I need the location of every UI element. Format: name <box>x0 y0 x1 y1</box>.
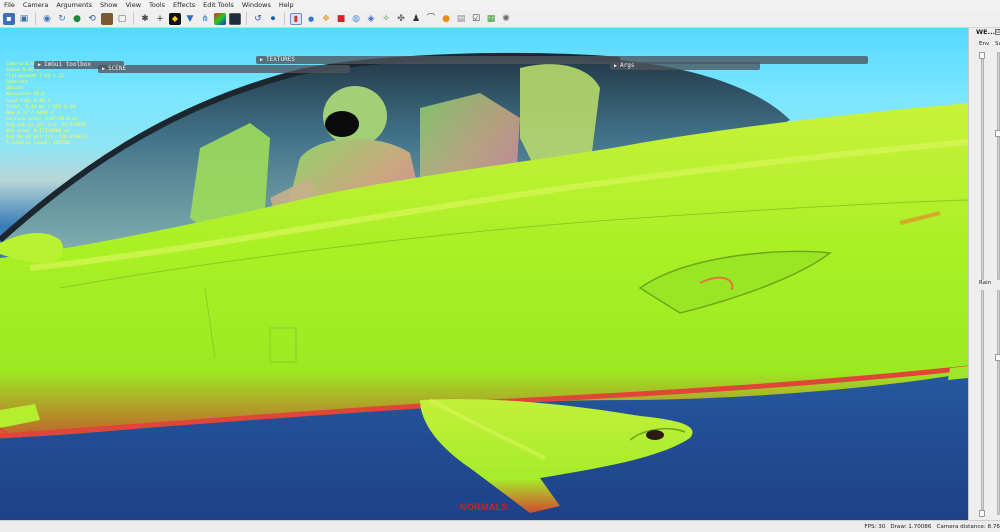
blue-orb-icon[interactable]: ◈ <box>365 13 377 25</box>
menu-file[interactable]: File <box>4 0 15 10</box>
bug-icon[interactable]: ✱ <box>139 13 151 25</box>
green-sphere-icon[interactable]: ● <box>71 13 83 25</box>
chart-icon[interactable]: ▮ <box>290 12 302 25</box>
stat-line: Total: 0.44 ms / GPU 0.30 <box>6 104 76 110</box>
stat-line: Triangles count: 445758 <box>6 141 70 147</box>
menu-edit-tools[interactable]: Edit Tools <box>203 0 234 10</box>
toolbar-separator <box>35 12 36 25</box>
toolbar-separator <box>284 12 285 25</box>
secondary-slider-thumb[interactable] <box>995 354 1000 361</box>
transparent-box-icon[interactable]: ▤ <box>455 13 467 25</box>
menu-help[interactable]: Help <box>279 0 294 10</box>
fan-icon[interactable]: ✤ <box>395 13 407 25</box>
red-box-icon[interactable]: ■ <box>335 13 347 25</box>
cube-outline-icon[interactable]: ▢ <box>116 13 128 25</box>
camera-distance-readout: Camera distance: 8.76 <box>936 523 1000 530</box>
lighting-icon[interactable]: ◆ <box>169 12 181 25</box>
reset-camera-icon[interactable]: ⟲ <box>86 13 98 25</box>
network-icon[interactable]: ⋔ <box>199 13 211 25</box>
aircraft-render <box>0 53 968 513</box>
sphere-icon[interactable]: ◍ <box>350 13 362 25</box>
render-mode-label: NORMALS <box>460 502 508 512</box>
toolbar-separator <box>133 12 134 25</box>
record-icon[interactable]: ⏺ <box>267 13 279 25</box>
expand-arrow-icon[interactable]: ▶ <box>102 66 105 72</box>
fps-readout: FPS: 30 <box>864 523 886 530</box>
person-icon[interactable]: ♟ <box>410 13 422 25</box>
save-icon[interactable]: ▪ <box>3 12 15 25</box>
menu-effects[interactable]: Effects <box>173 0 195 10</box>
imgui-toolbox-title: ImGui toolbox <box>44 61 91 68</box>
panel-toggle-icon[interactable]: ☑ <box>995 29 1000 35</box>
orange-ball-icon[interactable]: ● <box>440 13 452 25</box>
rain-slider[interactable] <box>981 290 984 515</box>
env-slider[interactable] <box>981 52 984 280</box>
env-label: Env <box>979 41 990 47</box>
app-window: File Camera Arguments Show View Tools Ef… <box>0 0 1000 532</box>
cubes-icon[interactable]: ❖ <box>320 13 332 25</box>
toolbar-separator <box>246 12 247 25</box>
palette-icon[interactable] <box>214 12 226 25</box>
cube-icon[interactable] <box>101 12 113 25</box>
menu-tools[interactable]: Tools <box>149 0 165 10</box>
globe-icon[interactable]: ◉ <box>41 13 53 25</box>
dot-icon[interactable]: ● <box>305 13 317 25</box>
monitor-icon[interactable] <box>229 12 241 25</box>
rain-label: Rain <box>979 280 992 286</box>
sun-label: Su <box>995 41 1000 47</box>
status-bar: FPS: 30 Draw: 1.70086 Camera distance: 8… <box>0 520 1000 532</box>
scene-window[interactable]: ▶ SCENE <box>98 65 350 73</box>
scene-window-title: SCENE <box>108 65 127 72</box>
env-slider-thumb[interactable] <box>979 52 985 59</box>
textures-window-title: TEXTURES <box>266 56 295 63</box>
refresh-icon[interactable]: ↻ <box>56 13 68 25</box>
menu-view[interactable]: View <box>126 0 141 10</box>
menu-show[interactable]: Show <box>100 0 118 10</box>
crosshair-icon[interactable]: + <box>154 13 166 25</box>
menu-arguments[interactable]: Arguments <box>56 0 92 10</box>
menu-camera[interactable]: Camera <box>23 0 49 10</box>
grid-icon[interactable]: ▦ <box>485 13 497 25</box>
compass-icon[interactable]: ✧ <box>380 13 392 25</box>
sun-icon[interactable]: ✺ <box>500 13 512 25</box>
args-window[interactable]: ▶ Args <box>610 62 760 70</box>
toolbar: ▪ ▣ ◉ ↻ ● ⟲ ▢ ✱ + ◆ ▼ ⋔ ↺ ⏺ ▮ ● ❖ ■ ◍ ◈ … <box>0 10 1000 28</box>
menu-windows[interactable]: Windows <box>242 0 271 10</box>
rain-slider-thumb[interactable] <box>979 510 985 517</box>
checkbox-icon[interactable]: ☑ <box>470 13 482 25</box>
expand-arrow-icon[interactable]: ▶ <box>614 63 617 69</box>
draw-readout: Draw: 1.70086 <box>890 523 932 530</box>
panel-title: WE... <box>976 28 996 36</box>
weather-panel: WE... ☑ Env Su Rain <box>968 28 1000 520</box>
args-window-title: Args <box>620 62 635 69</box>
textures-window[interactable]: ▶ TEXTURES <box>256 56 868 64</box>
expand-arrow-icon[interactable]: ▶ <box>38 62 41 68</box>
expand-arrow-icon[interactable]: ▶ <box>260 57 263 63</box>
screenshot-icon[interactable]: ▣ <box>18 13 30 25</box>
cone-icon[interactable]: ▼ <box>184 13 196 25</box>
undo-icon[interactable]: ↺ <box>252 13 264 25</box>
sun-slider-thumb[interactable] <box>995 130 1000 137</box>
render-viewport[interactable]: Camera:0.09 s Scene 0.05 s Flying/path 7… <box>0 28 968 520</box>
arch-icon[interactable]: ⌒ <box>425 13 437 25</box>
stats-overlay: Camera:0.09 s Scene 0.05 s Flying/path 7… <box>6 62 86 147</box>
menu-bar: File Camera Arguments Show View Tools Ef… <box>0 0 1000 10</box>
